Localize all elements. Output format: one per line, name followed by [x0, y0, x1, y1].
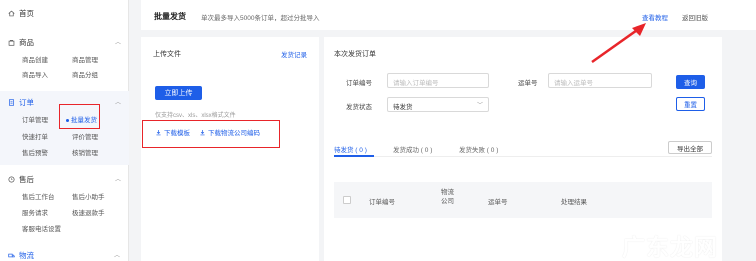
sidebar-item-writeoff-manage[interactable]: 核销管理: [72, 147, 98, 157]
sidebar-item-order-manage[interactable]: 订单管理: [22, 114, 48, 124]
sidebar-section-aftersale: 售后 ︿ 售后工作台 售后小助手 服务请求 极速退款手 客服电话设置: [0, 168, 129, 242]
active-tab-indicator: [334, 155, 374, 157]
tabs-divider: [334, 156, 712, 157]
page-title: 批量发货: [154, 12, 186, 21]
sidebar-item-product-import[interactable]: 商品导入: [22, 69, 48, 79]
col-waybill: 运单号: [488, 199, 508, 206]
col-result: 处理结果: [561, 199, 587, 206]
upload-now-button[interactable]: 立即上传: [155, 86, 202, 100]
home-icon: [8, 10, 15, 17]
highlight-box: [142, 120, 280, 148]
sidebar-item-aftersale-alert[interactable]: 售后预警: [22, 147, 48, 157]
sidebar-section-header[interactable]: 售后: [8, 174, 34, 185]
upload-hint: 仅支持csv、xls、xlsx格式文件: [155, 113, 236, 119]
sidebar-section-header[interactable]: 订单: [8, 97, 34, 108]
waybill-label: 运单号: [518, 80, 538, 87]
chevron-down-icon: ﹀: [476, 103, 483, 109]
sidebar: 首页 商品 ︿ 商品创建 商品管理 商品导入 商品分组 订单 ︿ 订单管理 批量…: [0, 0, 129, 261]
sidebar-item-service-request[interactable]: 服务请求: [22, 207, 48, 217]
order-no-input[interactable]: 请输入订单编号: [387, 73, 489, 88]
tab-failed[interactable]: 发货失败 ( 0 ): [459, 144, 498, 154]
select-all-checkbox[interactable]: [343, 196, 351, 204]
chevron-up-icon[interactable]: ︿: [115, 174, 121, 183]
sidebar-section-logistics[interactable]: 物流: [8, 250, 34, 261]
truck-icon: [8, 253, 15, 258]
tab-success[interactable]: 发货成功 ( 0 ): [393, 144, 432, 154]
sidebar-item-product-manage[interactable]: 商品管理: [72, 54, 98, 64]
export-all-button[interactable]: 导出全部: [668, 141, 712, 154]
order-icon: [9, 99, 14, 106]
sidebar-item-quick-print[interactable]: 快速打单: [22, 131, 48, 141]
sidebar-item-fast-refund[interactable]: 极速退款手: [72, 207, 105, 217]
col-order-no: 订单编号: [369, 199, 395, 206]
order-no-label: 订单编号: [346, 80, 372, 87]
sidebar-section-products: 商品 ︿ 商品创建 商品管理 商品导入 商品分组: [0, 30, 129, 86]
page-header: 批量发货 单次最多导入5000条订单，超过分批导入 查看教程 返回旧版: [141, 0, 756, 30]
table-header: 订单编号 物流公司 运单号 处理结果: [334, 182, 712, 218]
col-logistics-company: 物流公司: [441, 189, 454, 205]
upload-panel: 上传文件 发货记录 立即上传 仅支持csv、xls、xlsx格式文件 下载模板 …: [141, 37, 319, 261]
ship-status-select[interactable]: 待发货 ﹀: [387, 97, 489, 112]
sidebar-item-product-group[interactable]: 商品分组: [72, 69, 98, 79]
chevron-up-icon[interactable]: ︿: [115, 97, 121, 106]
tab-pending[interactable]: 待发货 ( 0 ): [334, 144, 367, 154]
upload-title: 上传文件: [153, 51, 181, 58]
chevron-up-icon[interactable]: ︿: [114, 250, 120, 259]
highlight-box: [59, 104, 100, 129]
sidebar-item-home[interactable]: 首页: [8, 8, 34, 19]
annotation-arrow: [591, 23, 646, 64]
waybill-input[interactable]: 请输入运单号: [548, 73, 652, 88]
back-old-version-link[interactable]: 返回旧版: [682, 12, 708, 22]
ship-status-label: 发货状态: [346, 104, 372, 111]
ship-record-link[interactable]: 发货记录: [281, 49, 307, 59]
sidebar-item-label: 首页: [19, 9, 34, 18]
sidebar-item-aftersale-workbench[interactable]: 售后工作台: [22, 191, 55, 201]
page-note: 单次最多导入5000条订单，超过分批导入: [201, 15, 320, 22]
sidebar-item-aftersale-helper[interactable]: 售后小助手: [72, 191, 105, 201]
sidebar-item-product-create[interactable]: 商品创建: [22, 54, 48, 64]
aftersale-icon: [8, 176, 15, 183]
sidebar-section-header[interactable]: 商品: [8, 37, 34, 48]
chevron-up-icon[interactable]: ︿: [115, 37, 121, 46]
orders-title: 本次发货订单: [334, 51, 376, 58]
watermark-logo: 广东龙网: [622, 235, 718, 261]
query-button[interactable]: 查询: [676, 75, 705, 89]
sidebar-item-review-manage[interactable]: 评价管理: [72, 131, 98, 141]
sidebar-item-cs-phone[interactable]: 客服电话设置: [22, 223, 61, 233]
bag-icon: [8, 40, 15, 46]
reset-button[interactable]: 重置: [676, 97, 705, 111]
